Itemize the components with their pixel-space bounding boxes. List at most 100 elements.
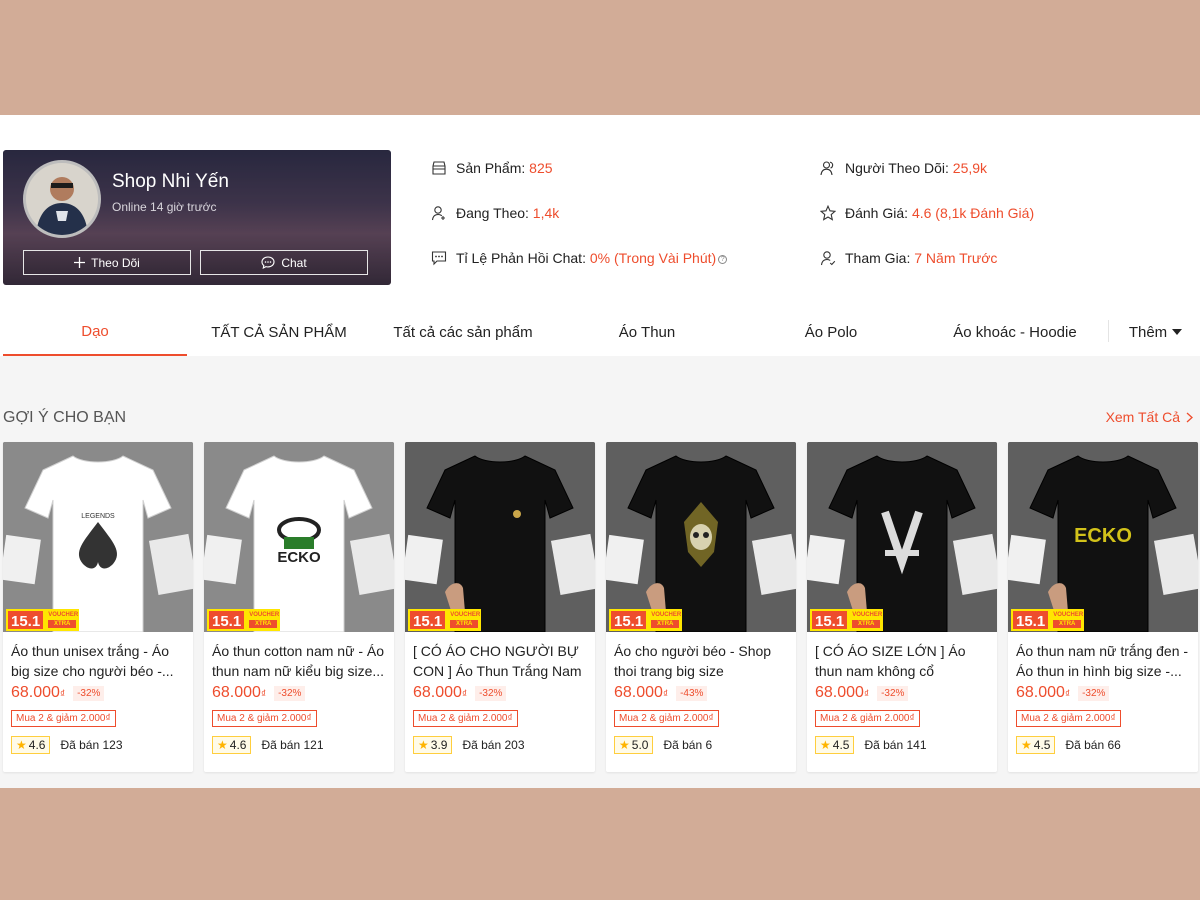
badge-151-label: 15.1	[207, 609, 247, 631]
see-all-label: Xem Tất Cả	[1105, 409, 1180, 425]
stat-chat-response-label: Tỉ Lệ Phản Hồi Chat:	[456, 250, 586, 266]
product-card[interactable]: LEGENDS 15.1 VOUCHER XTRA Áo thun unisex …	[3, 442, 193, 772]
chat-button-label: Chat	[281, 255, 307, 270]
shop-avatar[interactable]	[23, 160, 101, 238]
product-image[interactable]: ECKO 15.1 VOUCHER XTRA	[204, 442, 394, 632]
product-card[interactable]: 15.1 VOUCHER XTRA Áo cho người béo - Shop…	[606, 442, 796, 772]
badge-voucher-label: VOUCHER	[852, 612, 883, 618]
recommendation-title: GỢI Ý CHO BẠN	[3, 409, 127, 426]
stat-following-label: Đang Theo:	[456, 205, 529, 221]
product-name[interactable]: [ CÓ ÁO SIZE LỚN ] Áo thun nam không cổ	[815, 641, 992, 681]
star-icon: ★	[217, 738, 228, 752]
discount-badge: -32%	[1078, 685, 1110, 701]
badge-xtra-label: XTRA	[450, 620, 479, 628]
badge-151-label: 15.1	[1011, 609, 1051, 631]
chat-icon	[431, 251, 447, 266]
chat-button[interactable]: Chat	[200, 250, 368, 275]
star-icon: ★	[418, 738, 429, 752]
chevron-right-icon	[1186, 412, 1193, 422]
star-icon: ★	[1021, 738, 1032, 752]
product-name[interactable]: Áo cho người béo - Shop thoi trang big s…	[614, 641, 791, 681]
stat-joined: Tham Gia: 7 Năm Trước	[820, 250, 997, 266]
product-price: 68.000₫	[11, 684, 66, 701]
chat-bubble-icon	[261, 256, 275, 269]
product-rating-row: ★ 4.5 Đã bán 66	[1016, 736, 1121, 754]
product-image[interactable]: 15.1 VOUCHER XTRA	[606, 442, 796, 632]
voucher-badge: 15.1 VOUCHER XTRA	[207, 609, 281, 631]
promo-tag: Mua 2 & giảm 2.000₫	[1016, 710, 1121, 727]
star-outline-icon	[820, 205, 836, 221]
product-name[interactable]: [ CÓ ÁO CHO NGƯỜI BỰ CON ] Áo Thun Trắng…	[413, 641, 590, 681]
badge-xtra-label: XTRA	[852, 620, 881, 628]
voucher-badge: 15.1 VOUCHER XTRA	[609, 609, 683, 631]
user-check-icon	[820, 251, 836, 266]
shop-page-panel: Shop Nhi Yến Online 14 giờ trước Theo Dõ…	[0, 115, 1200, 788]
star-icon: ★	[16, 738, 27, 752]
promo-tag: Mua 2 & giảm 2.000₫	[413, 710, 518, 727]
badge-voucher-label: VOUCHER	[48, 612, 79, 618]
tab-all-products[interactable]: Tất cả các sản phẩm	[371, 308, 555, 356]
store-icon	[432, 161, 446, 175]
product-image[interactable]: 15.1 VOUCHER XTRA	[405, 442, 595, 632]
product-rating-row: ★ 4.6 Đã bán 121	[212, 736, 324, 754]
discount-badge: -32%	[475, 685, 507, 701]
product-image[interactable]: 15.1 VOUCHER XTRA	[807, 442, 997, 632]
sold-count: Đã bán 203	[462, 738, 525, 752]
tab-more-label: Thêm	[1128, 323, 1168, 341]
sold-count: Đã bán 121	[261, 738, 324, 752]
sold-count: Đã bán 6	[663, 738, 713, 752]
badge-151-label: 15.1	[6, 609, 46, 631]
sold-count: Đã bán 66	[1065, 738, 1121, 752]
voucher-badge: 15.1 VOUCHER XTRA	[810, 609, 884, 631]
plus-icon	[74, 257, 86, 268]
shop-nav-tabs: Dạo TẤT CẢ SẢN PHẨM Tất cả các sản phẩm …	[3, 308, 1200, 356]
stat-following: Đang Theo: 1,4k	[431, 205, 559, 221]
badge-151-label: 15.1	[408, 609, 448, 631]
shop-header-card: Shop Nhi Yến Online 14 giờ trước Theo Dõ…	[3, 150, 391, 285]
product-price: 68.000₫	[815, 684, 870, 701]
shop-name: Shop Nhi Yến	[112, 171, 229, 192]
promo-tag: Mua 2 & giảm 2.000₫	[212, 710, 317, 727]
product-name[interactable]: Áo thun cotton nam nữ - Áo thun nam nữ k…	[212, 641, 389, 681]
product-card[interactable]: 15.1 VOUCHER XTRA [ CÓ ÁO SIZE LỚN ] Áo t…	[807, 442, 997, 772]
stat-rating: Đánh Giá: 4.6 (8,1k Đánh Giá)	[820, 205, 1034, 221]
product-card[interactable]: 15.1 VOUCHER XTRA [ CÓ ÁO CHO NGƯỜI BỰ CO…	[405, 442, 595, 772]
product-price: 68.000₫	[1016, 684, 1071, 701]
star-icon: ★	[820, 738, 831, 752]
see-all-link[interactable]: Xem Tất Cả	[1106, 409, 1193, 425]
svg-text:ECKO: ECKO	[277, 549, 321, 566]
sold-count: Đã bán 141	[864, 738, 927, 752]
follow-button[interactable]: Theo Dõi	[23, 250, 191, 275]
badge-voucher-label: VOUCHER	[1053, 612, 1084, 618]
product-price-row: 68.000₫ -32%	[413, 684, 507, 702]
stat-rating-label: Đánh Giá:	[845, 205, 909, 221]
help-icon[interactable]: ?	[718, 254, 728, 264]
tab-dao[interactable]: Dạo	[3, 308, 187, 356]
product-card[interactable]: ECKO 15.1 VOUCHER XTRA Áo thun cotton nam…	[204, 442, 394, 772]
badge-voucher-label: VOUCHER	[651, 612, 682, 618]
product-name[interactable]: Áo thun nam nữ trắng đen - Áo thun in hì…	[1016, 641, 1193, 681]
rating-badge: ★ 5.0	[614, 736, 654, 754]
tab-more[interactable]: Thêm	[1111, 308, 1200, 356]
rating-badge: ★ 4.6	[212, 736, 252, 754]
product-price-row: 68.000₫ -32%	[1016, 684, 1110, 702]
rating-badge: ★ 3.9	[413, 736, 453, 754]
tab-ao-khoac-hoodie[interactable]: Áo khoác - Hoodie	[923, 308, 1107, 356]
rating-badge: ★ 4.6	[11, 736, 51, 754]
product-image[interactable]: LEGENDS 15.1 VOUCHER XTRA	[3, 442, 193, 632]
product-price: 68.000₫	[212, 684, 267, 701]
badge-xtra-label: XTRA	[651, 620, 680, 628]
tab-ao-thun[interactable]: Áo Thun	[555, 308, 739, 356]
tab-all-products-upper[interactable]: TẤT CẢ SẢN PHẨM	[187, 308, 371, 356]
badge-xtra-label: XTRA	[48, 620, 77, 628]
product-rating-row: ★ 5.0 Đã bán 6	[614, 736, 712, 754]
product-name[interactable]: Áo thun unisex trắng - Áo big size cho n…	[11, 641, 188, 681]
follow-button-label: Theo Dõi	[91, 255, 140, 270]
product-image[interactable]: ECKO 15.1 VOUCHER XTRA	[1008, 442, 1198, 632]
user-add-icon	[431, 206, 445, 221]
tab-ao-polo[interactable]: Áo Polo	[739, 308, 923, 356]
stat-following-value: 1,4k	[532, 205, 560, 221]
stat-chat-response-value: 0% (Trong Vài Phút)	[589, 250, 717, 266]
product-card[interactable]: ECKO 15.1 VOUCHER XTRA Áo thun nam nữ trắ…	[1008, 442, 1198, 772]
followers-icon	[820, 161, 834, 176]
